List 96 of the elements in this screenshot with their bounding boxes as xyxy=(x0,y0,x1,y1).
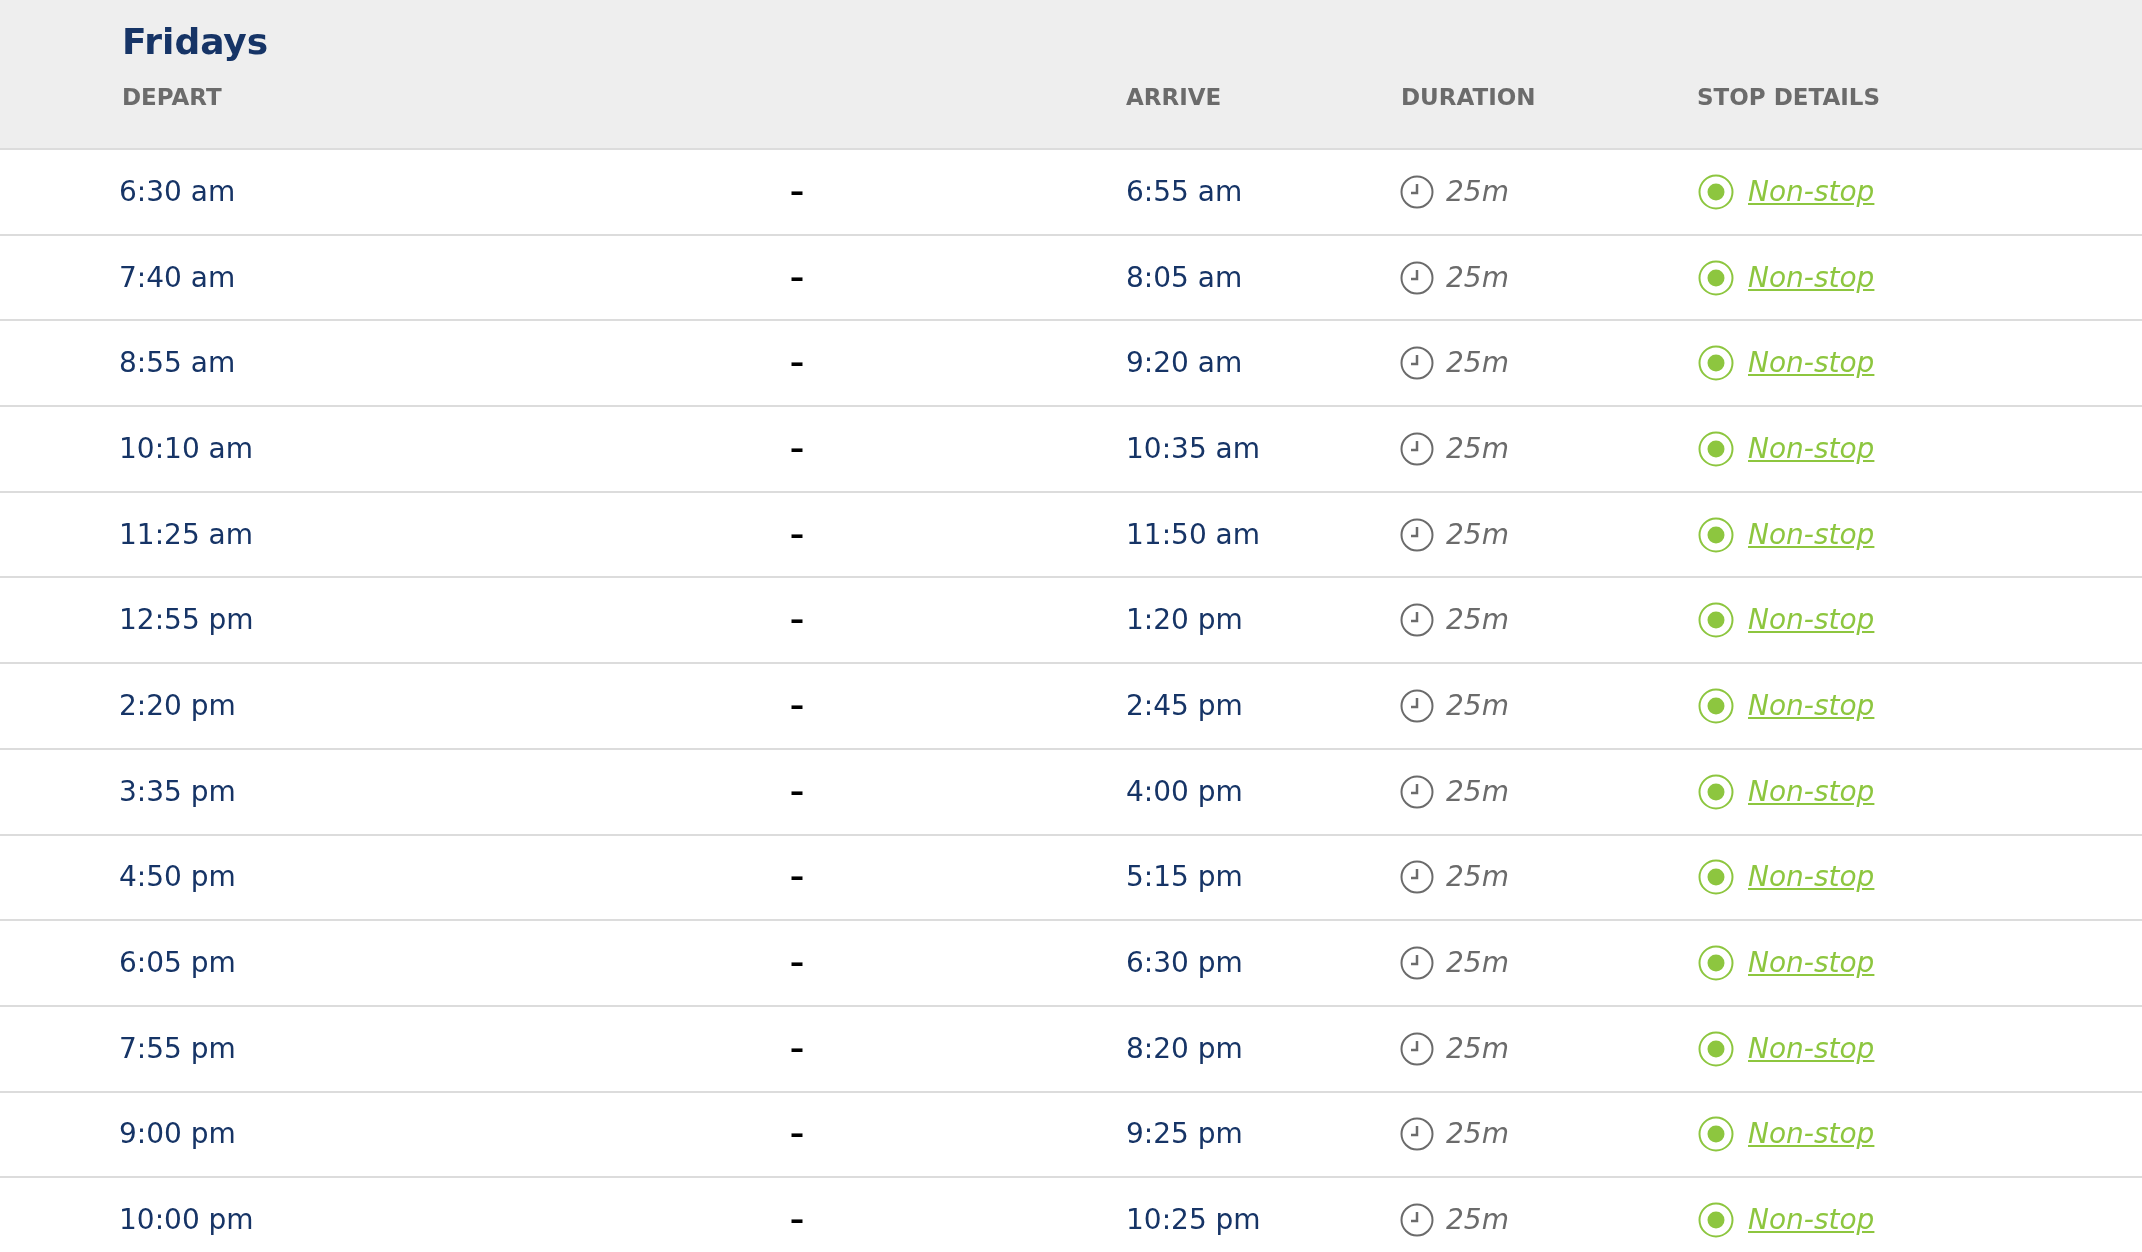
stop-dot-icon xyxy=(1698,430,1734,467)
column-header: STOP DETAILS xyxy=(1697,84,1880,110)
dash-separator: – xyxy=(790,1203,804,1237)
arrive-time: 6:55 am xyxy=(1126,174,1243,208)
stop-dot-icon xyxy=(1698,1202,1734,1239)
dash-separator: – xyxy=(790,688,804,722)
stop-dot-icon xyxy=(1698,1030,1734,1067)
dash-separator: – xyxy=(790,174,804,208)
depart-time: 12:55 pm xyxy=(119,603,254,637)
depart-time: 4:50 pm xyxy=(119,860,236,894)
clock-icon xyxy=(1400,1031,1434,1066)
arrive-time: 6:30 pm xyxy=(1126,946,1243,980)
arrive-time: 11:50 am xyxy=(1126,517,1261,551)
duration-text: 25m xyxy=(1446,516,1509,553)
non-stop-link[interactable]: Non-stop xyxy=(1748,942,1875,985)
duration-text: 25m xyxy=(1446,1116,1509,1153)
depart-time: 7:40 am xyxy=(119,260,236,294)
stop-dot-icon xyxy=(1698,602,1734,639)
arrive-time: 10:35 am xyxy=(1126,431,1261,465)
dash-separator: – xyxy=(790,260,804,294)
stop-dot-icon xyxy=(1698,859,1734,896)
dash-separator: – xyxy=(790,517,804,551)
depart-time: 6:05 pm xyxy=(119,946,236,980)
duration-text: 25m xyxy=(1446,687,1509,724)
non-stop-link[interactable]: Non-stop xyxy=(1748,1113,1875,1156)
duration-text: 25m xyxy=(1446,345,1509,382)
duration-text: 25m xyxy=(1446,259,1509,296)
depart-time: 10:10 am xyxy=(119,431,254,465)
clock-icon xyxy=(1400,1117,1434,1152)
non-stop-link[interactable]: Non-stop xyxy=(1748,1027,1875,1070)
non-stop-link[interactable]: Non-stop xyxy=(1748,856,1875,899)
depart-time: 11:25 am xyxy=(119,517,254,551)
arrive-time: 2:45 pm xyxy=(1126,688,1243,722)
clock-icon xyxy=(1400,1203,1434,1238)
arrive-time: 8:20 pm xyxy=(1126,1031,1243,1065)
clock-icon xyxy=(1400,860,1434,895)
clock-icon xyxy=(1400,346,1434,381)
dash-separator: – xyxy=(790,431,804,465)
stop-dot-icon xyxy=(1698,516,1734,553)
duration-text: 25m xyxy=(1446,173,1509,210)
schedule-title: Fridays xyxy=(122,20,269,64)
arrive-time: 1:20 pm xyxy=(1126,603,1243,637)
stop-dot-icon xyxy=(1698,345,1734,382)
non-stop-link[interactable]: Non-stop xyxy=(1748,513,1875,556)
clock-icon xyxy=(1400,517,1434,552)
duration-text: 25m xyxy=(1446,773,1509,810)
column-header: DURATION xyxy=(1401,84,1536,110)
depart-time: 2:20 pm xyxy=(119,688,236,722)
clock-icon xyxy=(1400,774,1434,809)
dash-separator: – xyxy=(790,346,804,380)
non-stop-link[interactable]: Non-stop xyxy=(1748,684,1875,727)
depart-time: 6:30 am xyxy=(119,174,236,208)
depart-time: 3:35 pm xyxy=(119,774,236,808)
non-stop-link[interactable]: Non-stop xyxy=(1748,770,1875,813)
stop-dot-icon xyxy=(1698,173,1734,210)
depart-time: 9:00 pm xyxy=(119,1117,236,1151)
stop-dot-icon xyxy=(1698,945,1734,982)
arrive-time: 10:25 pm xyxy=(1126,1203,1261,1237)
column-header: DEPART xyxy=(122,84,222,110)
duration-text: 25m xyxy=(1446,945,1509,982)
non-stop-link[interactable]: Non-stop xyxy=(1748,342,1875,385)
duration-text: 25m xyxy=(1446,430,1509,467)
arrive-time: 4:00 pm xyxy=(1126,774,1243,808)
dash-separator: – xyxy=(790,1031,804,1065)
dash-separator: – xyxy=(790,860,804,894)
arrive-time: 8:05 am xyxy=(1126,260,1243,294)
stop-dot-icon xyxy=(1698,1116,1734,1153)
duration-text: 25m xyxy=(1446,859,1509,896)
non-stop-link[interactable]: Non-stop xyxy=(1748,599,1875,642)
dash-separator: – xyxy=(790,946,804,980)
stop-dot-icon xyxy=(1698,773,1734,810)
non-stop-link[interactable]: Non-stop xyxy=(1748,427,1875,470)
clock-icon xyxy=(1400,431,1434,466)
clock-icon xyxy=(1400,946,1434,981)
non-stop-link[interactable]: Non-stop xyxy=(1748,1199,1875,1242)
dash-separator: – xyxy=(790,1117,804,1151)
clock-icon xyxy=(1400,603,1434,638)
duration-text: 25m xyxy=(1446,1202,1509,1239)
duration-text: 25m xyxy=(1446,1030,1509,1067)
depart-time: 8:55 am xyxy=(119,346,236,380)
clock-icon xyxy=(1400,260,1434,295)
dash-separator: – xyxy=(790,603,804,637)
clock-icon xyxy=(1400,688,1434,723)
arrive-time: 9:20 am xyxy=(1126,346,1243,380)
clock-icon xyxy=(1400,174,1434,209)
stop-dot-icon xyxy=(1698,687,1734,724)
arrive-time: 9:25 pm xyxy=(1126,1117,1243,1151)
column-header: ARRIVE xyxy=(1126,84,1222,110)
non-stop-link[interactable]: Non-stop xyxy=(1748,170,1875,213)
dash-separator: – xyxy=(790,774,804,808)
non-stop-link[interactable]: Non-stop xyxy=(1748,256,1875,299)
duration-text: 25m xyxy=(1446,602,1509,639)
arrive-time: 5:15 pm xyxy=(1126,860,1243,894)
stop-dot-icon xyxy=(1698,259,1734,296)
depart-time: 10:00 pm xyxy=(119,1203,254,1237)
depart-time: 7:55 pm xyxy=(119,1031,236,1065)
